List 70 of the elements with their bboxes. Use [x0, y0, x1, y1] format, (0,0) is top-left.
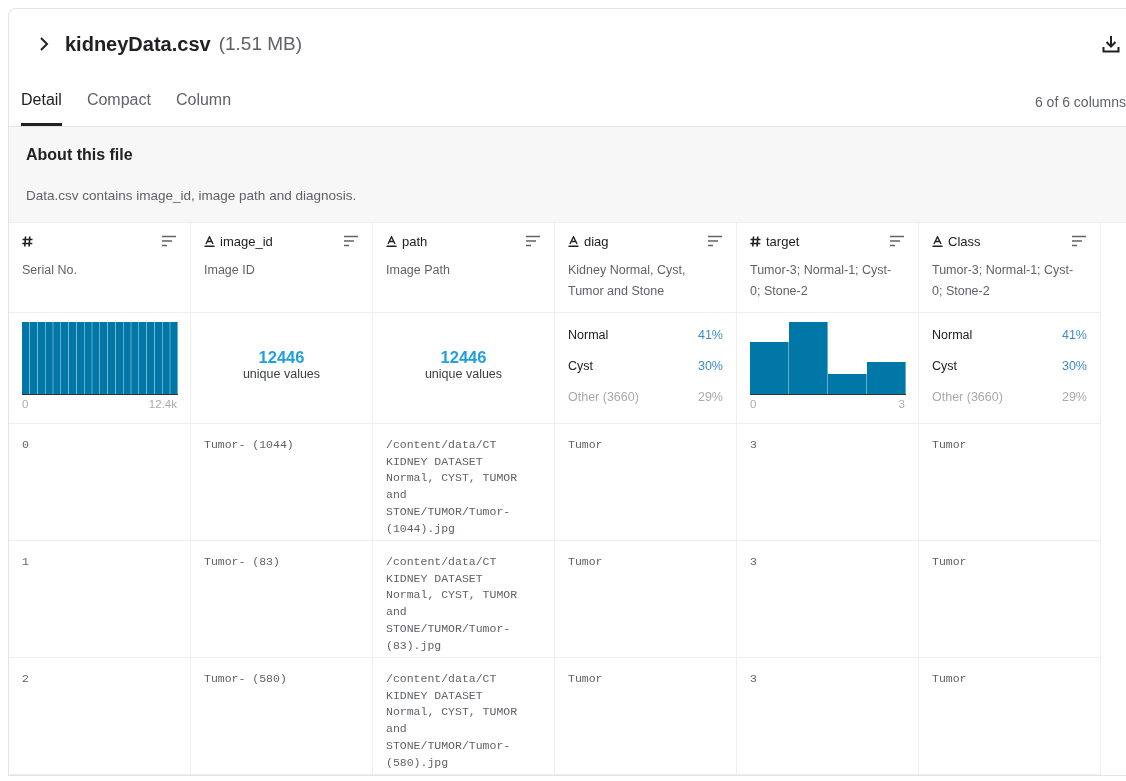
- table-cell: Tumor- (1044): [204, 438, 294, 451]
- column-description: Serial No.: [22, 262, 78, 279]
- table-cell: 1: [22, 555, 29, 568]
- file-name: kidneyData.csv: [65, 32, 211, 56]
- column-description: Tumor-3; Normal-1; Cyst-0; Stone-2: [750, 262, 893, 300]
- file-description: Data.csv contains image_id, image path and diagnosis.: [26, 188, 358, 203]
- text-type-icon: [204, 235, 215, 247]
- unique-count: 12446: [440, 348, 487, 367]
- category-share: 29%: [1061, 390, 1087, 406]
- category-share: 29%: [697, 390, 723, 406]
- column-count: 6 of 6 columns: [1034, 94, 1126, 112]
- category-label: Normal: [568, 328, 609, 344]
- text-type-icon: [568, 235, 579, 247]
- chevron-icon[interactable]: [37, 36, 51, 52]
- table-cell: Tumor: [932, 555, 967, 568]
- sort-icon[interactable]: [889, 235, 905, 247]
- column-name: Class: [948, 233, 981, 249]
- column-name: path: [402, 233, 428, 249]
- table-cell: Tumor- (580): [204, 672, 287, 685]
- sort-icon[interactable]: [707, 235, 723, 247]
- table-cell: 3: [750, 672, 757, 685]
- hash-icon: [22, 235, 33, 247]
- column-description: Tumor-3; Normal-1; Cyst-0; Stone-2: [932, 262, 1075, 300]
- axis-label: 0: [750, 398, 757, 410]
- table-cell: Tumor: [568, 555, 603, 568]
- category-label: Cyst: [568, 359, 593, 375]
- table-cell: Tumor: [932, 438, 967, 451]
- category-share: 30%: [697, 359, 723, 375]
- column-description: Image ID: [204, 262, 256, 279]
- table-cell: Tumor: [932, 672, 967, 685]
- tab[interactable]: Column: [175, 91, 232, 126]
- axis-label: 12.4k: [148, 398, 177, 410]
- category-label: Other (3660): [568, 390, 639, 406]
- hash-icon: [750, 235, 761, 247]
- table-cell-text: /content/data/CT KIDNEY DATASET Normal, CYST, TUMOR and STONE/TUMOR/Tumor- (83).jpg: [386, 554, 519, 654]
- axis-label: 0: [22, 398, 29, 410]
- tab[interactable]: Compact: [86, 91, 151, 126]
- category-label: Other (3660): [932, 390, 1003, 406]
- table-cell: Tumor: [568, 672, 603, 685]
- sort-icon[interactable]: [525, 235, 541, 247]
- table-cell: 3: [750, 438, 757, 451]
- unique-label: unique values: [424, 367, 503, 381]
- sort-icon[interactable]: [1071, 235, 1087, 247]
- table-cell: Tumor: [568, 438, 603, 451]
- column-name: diag: [584, 233, 609, 249]
- table-cell: 0: [22, 438, 29, 451]
- table-cell-text: /content/data/CT KIDNEY DATASET Normal, CYST, TUMOR and STONE/TUMOR/Tumor- (580).jpg: [386, 671, 519, 771]
- table-cell: 3: [750, 555, 757, 568]
- section-title: About this file: [26, 146, 134, 164]
- unique-count: 12446: [258, 348, 305, 367]
- table-cell: Tumor- (83): [204, 555, 280, 568]
- category-share: 41%: [697, 328, 723, 344]
- category-share: 30%: [1061, 359, 1087, 375]
- sort-icon[interactable]: [343, 235, 359, 247]
- file-size: (1.51 MB): [218, 33, 303, 55]
- column-name: target: [766, 233, 800, 249]
- download-icon[interactable]: [1102, 35, 1120, 53]
- unique-label: unique values: [242, 367, 321, 381]
- text-type-icon: [932, 235, 943, 247]
- column-description: Image Path: [386, 262, 451, 279]
- table-cell: 2: [22, 672, 29, 685]
- category-share: 41%: [1061, 328, 1087, 344]
- axis-label: 3: [898, 398, 905, 410]
- column-description: Kidney Normal, Cyst, Tumor and Stone: [568, 262, 687, 300]
- category-label: Cyst: [932, 359, 957, 375]
- table-cell-text: /content/data/CT KIDNEY DATASET Normal, CYST, TUMOR and STONE/TUMOR/Tumor- (1044).jpg: [386, 437, 519, 537]
- text-type-icon: [386, 235, 397, 247]
- category-label: Normal: [932, 328, 973, 344]
- column-name: image_id: [220, 233, 273, 249]
- sort-icon[interactable]: [161, 235, 177, 247]
